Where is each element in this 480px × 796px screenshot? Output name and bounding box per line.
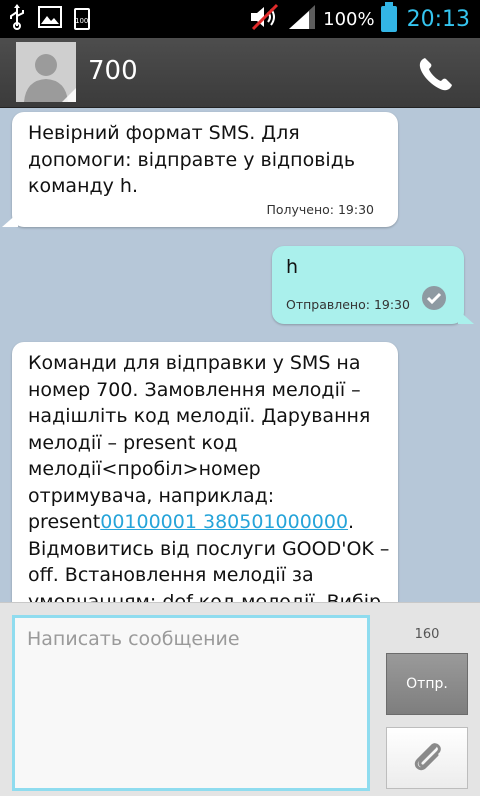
send-button[interactable]: Отпр. xyxy=(386,653,468,715)
message-timestamp: Получено: 19:30 xyxy=(266,202,374,217)
message-text-part: Команди для відправки у SMS на номер 700… xyxy=(28,352,371,533)
usb-icon xyxy=(8,4,26,34)
message-text: Команди для відправки у SMS на номер 700… xyxy=(28,350,390,602)
phone-icon[interactable] xyxy=(416,54,456,94)
character-counter: 160 xyxy=(414,627,440,642)
message-text: h xyxy=(286,256,299,278)
battery-small-label: 100 xyxy=(75,17,89,25)
battery-icon xyxy=(380,2,397,32)
paperclip-icon xyxy=(407,742,447,780)
bubble-tail xyxy=(458,310,474,324)
status-bar: 100 100% 20:13 xyxy=(0,0,480,38)
message-text: Невірний формат SMS. Для допомоги: відпр… xyxy=(28,122,356,197)
bubble-tail xyxy=(2,213,18,227)
avatar[interactable] xyxy=(16,42,76,102)
message-input[interactable] xyxy=(12,615,370,791)
message-list[interactable]: Невірний формат SMS. Для допомоги: відпр… xyxy=(0,108,480,602)
message-incoming[interactable]: Команди для відправки у SMS на номер 700… xyxy=(12,342,398,602)
battery-small-icon: 100 xyxy=(74,8,90,30)
signal-icon xyxy=(287,3,317,35)
battery-percent: 100% xyxy=(323,8,375,30)
message-timestamp: Отправлено: 19:30 xyxy=(286,297,410,312)
message-incoming[interactable]: Невірний формат SMS. Для допомоги: відпр… xyxy=(2,112,398,227)
conversation-header: 700 xyxy=(0,38,480,108)
phone-number-link[interactable]: 00100001 380501000000 xyxy=(100,511,348,533)
delivered-check-icon xyxy=(422,286,446,310)
mute-icon xyxy=(249,3,281,35)
image-icon xyxy=(38,6,62,32)
compose-bar: 160 Отпр. xyxy=(0,602,480,796)
clock: 20:13 xyxy=(406,6,470,32)
contact-name: 700 xyxy=(88,56,138,86)
attach-button[interactable] xyxy=(386,727,468,789)
message-outgoing[interactable]: h Отправлено: 19:30 xyxy=(272,246,474,324)
